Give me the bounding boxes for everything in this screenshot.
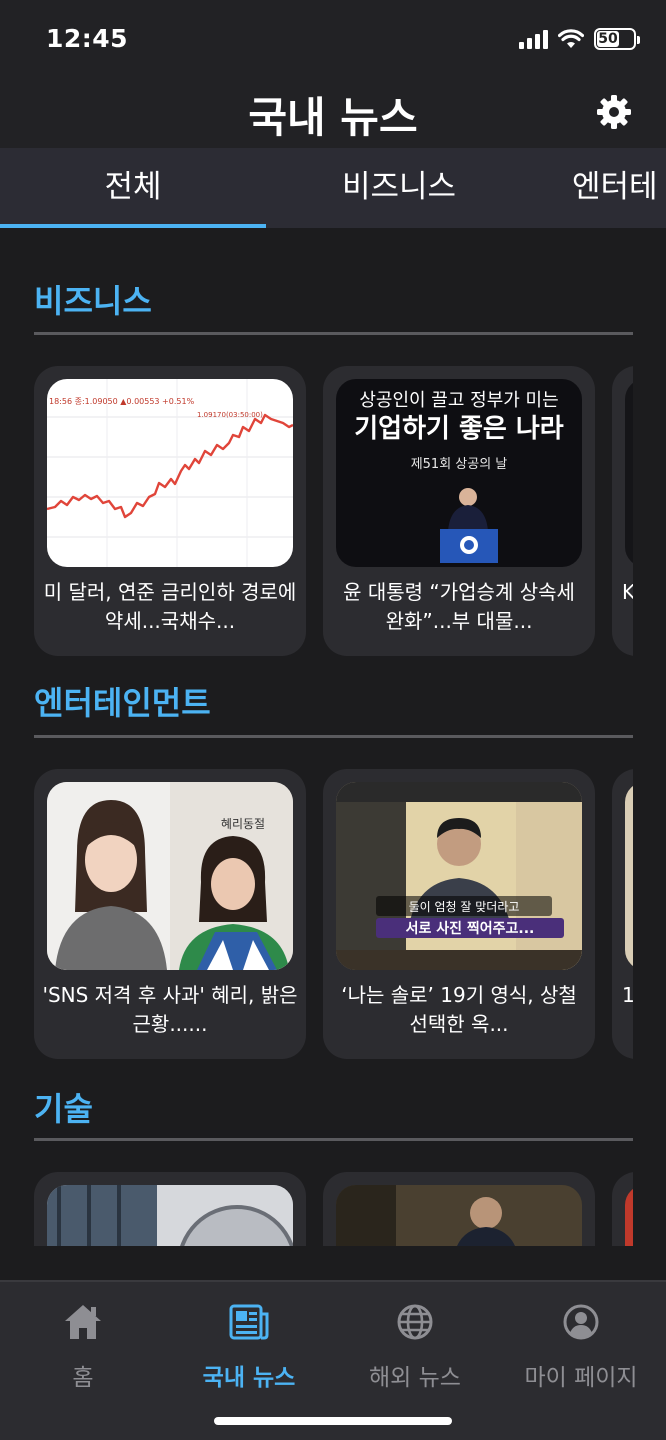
- gear-icon[interactable]: [596, 94, 632, 130]
- battery-level: 50: [597, 31, 619, 47]
- nav-label: 홈: [72, 1365, 94, 1391]
- nav-label: 해외 뉴스: [369, 1365, 461, 1391]
- thumb-subtitle-2: 서로 사진 찍어주고...: [406, 920, 535, 937]
- news-headline: K: [622, 580, 633, 604]
- newspaper-icon: [229, 1304, 269, 1340]
- nav-label: 마이 페이지: [524, 1365, 638, 1391]
- news-thumbnail: [625, 782, 633, 970]
- section-divider: [34, 735, 633, 738]
- section-title: 엔터테인먼트: [34, 684, 211, 722]
- chart-high-text: 1.09170(03:50:00): [197, 411, 263, 419]
- thumb-caption: 혜리동절: [221, 817, 265, 831]
- news-thumbnail: 둘이 엄청 잘 맞더라고 서로 사진 찍어주고...: [336, 782, 582, 970]
- category-tabs: 전체 비즈니스 엔터테: [0, 148, 666, 228]
- news-headline: 미 달러, 연준 금리인하 경로에 약세...국채수...: [43, 580, 297, 633]
- news-headline: 윤 대통령 “가업승계 상속세 완화”...부 대물...: [343, 580, 575, 633]
- tab-all[interactable]: 전체: [0, 148, 266, 228]
- nav-home[interactable]: 홈: [0, 1300, 166, 1392]
- news-feed[interactable]: 비즈니스 18:56 종:1.09050 ▲0.00553 +0.51% 1.0…: [0, 228, 666, 1246]
- news-headline: ‘나는 솔로’ 19기 영식, 상철 선택한 옥...: [341, 983, 577, 1036]
- chart-ticker-text: 18:56 종:1.09050 ▲0.00553 +0.51%: [49, 397, 195, 406]
- news-headline: 'SNS 저격 후 사과' 혜리, 밝은 근황......: [42, 983, 298, 1036]
- card-row[interactable]: 혜리동절 'SNS 저격 후 사과' 혜리, 밝은 근황...... 둘이 엄청…: [34, 769, 633, 1059]
- news-card[interactable]: 1: [612, 769, 633, 1059]
- thumb-subtitle-1: 둘이 엄청 잘 맞더라고: [409, 900, 520, 914]
- news-card[interactable]: 둘이 엄청 잘 맞더라고 서로 사진 찍어주고... ‘나는 솔로’ 19기 영…: [323, 769, 595, 1059]
- cellular-signal-icon: [519, 29, 548, 49]
- tab-business[interactable]: 비즈니스: [266, 148, 532, 228]
- card-row[interactable]: [34, 1172, 633, 1246]
- section-divider: [34, 332, 633, 335]
- status-bar: 12:45 50: [0, 0, 666, 80]
- news-card[interactable]: 18:56 종:1.09050 ▲0.00553 +0.51% 1.09170(…: [34, 366, 306, 656]
- section-title: 기술: [34, 1090, 93, 1128]
- thumb-text-1: 상공인이 끌고 정부가 미는: [359, 390, 558, 411]
- section-title: 비즈니스: [34, 282, 152, 320]
- wifi-icon: [558, 29, 584, 48]
- news-card[interactable]: 상공인이 끌고 정부가 미는 기업하기 좋은 나라 제51회 상공의 날 윤 대…: [323, 366, 595, 656]
- nav-my-page[interactable]: 마이 페이지: [498, 1300, 664, 1392]
- news-card[interactable]: 혜리동절 'SNS 저격 후 사과' 혜리, 밝은 근황......: [34, 769, 306, 1059]
- news-card[interactable]: [34, 1172, 306, 1246]
- battery-icon: 50: [594, 28, 640, 50]
- news-thumbnail: 혜리동절: [47, 782, 293, 970]
- news-thumbnail: [625, 1185, 633, 1246]
- nav-domestic-news[interactable]: 국내 뉴스: [166, 1300, 332, 1392]
- news-thumbnail: [625, 379, 633, 567]
- status-time: 12:45: [46, 24, 129, 53]
- card-row[interactable]: 18:56 종:1.09050 ▲0.00553 +0.51% 1.09170(…: [34, 366, 633, 656]
- news-headline: 1: [622, 983, 633, 1007]
- news-card[interactable]: [323, 1172, 595, 1246]
- home-icon: [65, 1305, 101, 1339]
- news-card[interactable]: K: [612, 366, 633, 656]
- news-thumbnail: 상공인이 끌고 정부가 미는 기업하기 좋은 나라 제51회 상공의 날: [336, 379, 582, 567]
- news-card[interactable]: [612, 1172, 633, 1246]
- thumb-text-2: 기업하기 좋은 나라: [354, 414, 564, 444]
- bottom-navigation: 홈 국내 뉴스 해외 뉴스 마이 페이지: [0, 1280, 666, 1440]
- nav-world-news[interactable]: 해외 뉴스: [332, 1300, 498, 1392]
- section-divider: [34, 1138, 633, 1141]
- page-title: 국내 뉴스: [248, 93, 418, 142]
- app-header: 국내 뉴스: [0, 80, 666, 148]
- news-thumbnail: [47, 1185, 293, 1246]
- home-indicator[interactable]: [214, 1417, 452, 1425]
- news-thumbnail: [336, 1185, 582, 1246]
- globe-icon: [397, 1304, 433, 1340]
- tab-entertainment[interactable]: 엔터테: [572, 148, 666, 228]
- chart-thumbnail: 18:56 종:1.09050 ▲0.00553 +0.51% 1.09170(…: [47, 379, 293, 567]
- user-circle-icon: [563, 1304, 599, 1340]
- status-icons: 50: [519, 28, 640, 50]
- nav-label: 국내 뉴스: [202, 1365, 296, 1391]
- thumb-text-3: 제51회 상공의 날: [411, 457, 508, 472]
